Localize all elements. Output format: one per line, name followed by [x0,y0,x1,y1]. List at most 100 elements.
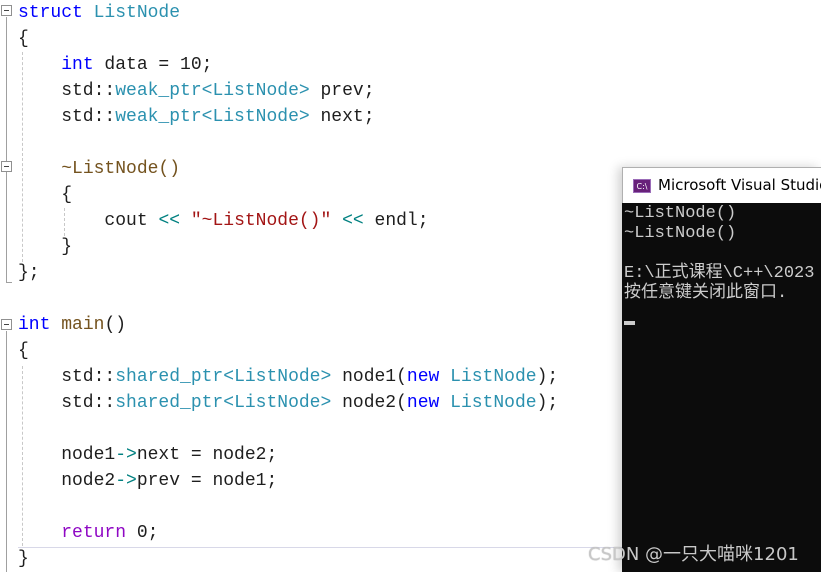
code-token: << [342,211,364,231]
code-line[interactable]: node2->prev = node1; [18,468,277,494]
code-token: { [18,29,29,49]
code-token: ListNode [212,81,299,101]
code-line[interactable]: struct ListNode [18,0,180,26]
code-token: data = 10; [93,55,213,75]
code-token: ListNode [450,393,537,413]
code-token: prev; [309,81,375,101]
collapse-struct-icon[interactable] [1,5,12,16]
code-token: weak_ptr [115,81,202,101]
code-token: } [18,237,73,257]
code-token: shared_ptr [115,367,224,387]
code-token: shared_ptr [115,393,224,413]
code-line[interactable]: return 0; [18,520,158,546]
console-line: 按任意键关闭此窗口. [624,284,798,303]
code-token: return [61,523,127,543]
code-token: node2( [331,393,407,413]
code-token: -> [115,471,137,491]
code-token: ListNode [93,3,181,23]
code-line[interactable]: }; [18,260,40,286]
code-token: ); [536,367,559,387]
code-token: node1 [18,445,116,465]
code-line[interactable]: std::shared_ptr<ListNode> node2(new List… [18,390,558,416]
fold-line-struct [6,17,7,282]
code-token: ListNode [234,367,321,387]
code-line[interactable]: std::weak_ptr<ListNode> next; [18,104,375,130]
code-token: }; [18,263,40,283]
code-token: << [158,211,181,231]
code-line[interactable]: } [18,546,29,572]
code-token: int [18,315,51,335]
code-token: > [320,393,332,413]
code-token: > [298,81,310,101]
console-window[interactable]: C:\ Microsoft Visual Studio ~ListNode() … [622,167,821,572]
console-output: ~ListNode() ~ListNode() E:\正式课程\C++\2023… [622,203,821,572]
console-line: E:\正式课程\C++\2023 [624,264,815,283]
code-token: endl; [363,211,429,231]
code-line[interactable]: std::shared_ptr<ListNode> node1(new List… [18,364,558,390]
code-token: cout [18,211,159,231]
code-token: prev = node1; [136,471,278,491]
console-titlebar[interactable]: C:\ Microsoft Visual Studio [622,167,821,203]
code-line[interactable]: node1->next = node2; [18,442,277,468]
console-line: ~ListNode() [624,204,737,223]
code-token: () [104,315,127,335]
console-cursor [624,321,635,325]
code-token: ListNode [450,367,537,387]
code-token: < [223,393,235,413]
code-token: ListNode [234,393,321,413]
code-token: std:: [18,393,116,413]
code-token: ListNode [212,107,299,127]
code-token: node2 [18,471,116,491]
code-line[interactable]: { [18,182,72,208]
code-token: < [201,107,213,127]
code-token: struct [18,3,83,23]
collapse-main-icon[interactable] [1,319,12,330]
code-line[interactable]: cout << "~ListNode()" << endl; [18,208,429,234]
code-token: std:: [18,81,116,101]
code-token: int [61,55,94,75]
code-token: next; [309,107,375,127]
code-token: ~ListNode() [61,159,181,179]
code-line[interactable]: int main() [18,312,126,338]
code-token: < [201,81,213,101]
code-token: std:: [18,367,116,387]
code-token: node1( [331,367,407,387]
code-line[interactable]: { [18,26,29,52]
code-token: ); [536,393,559,413]
watermark: CSDN @一只大喵咪1201 [588,544,799,565]
collapse-destructor-icon[interactable] [1,161,12,172]
console-title: Microsoft Visual Studio [658,176,821,194]
code-token: -> [115,445,137,465]
console-line: ~ListNode() [624,224,737,243]
code-token: next = node2; [136,445,278,465]
code-token: > [298,107,310,127]
code-token: < [223,367,235,387]
code-line[interactable]: std::weak_ptr<ListNode> prev; [18,78,375,104]
code-line[interactable]: ~ListNode() [18,156,180,182]
code-token: new [406,393,440,413]
fold-line-main [6,331,7,572]
code-token: std:: [18,107,116,127]
current-line-highlight [18,547,623,548]
code-token: { [18,341,29,361]
code-token: } [18,549,29,569]
console-app-icon: C:\ [633,179,651,193]
code-token: main [61,315,105,335]
code-line[interactable]: { [18,338,29,364]
code-token: weak_ptr [115,107,202,127]
code-token: 0; [126,523,159,543]
code-token: "~ListNode()" [190,211,332,231]
fold-end-struct [6,282,12,283]
code-token: { [18,185,73,205]
code-token: new [406,367,440,387]
code-line[interactable]: int data = 10; [18,52,212,78]
code-line[interactable]: } [18,234,72,260]
